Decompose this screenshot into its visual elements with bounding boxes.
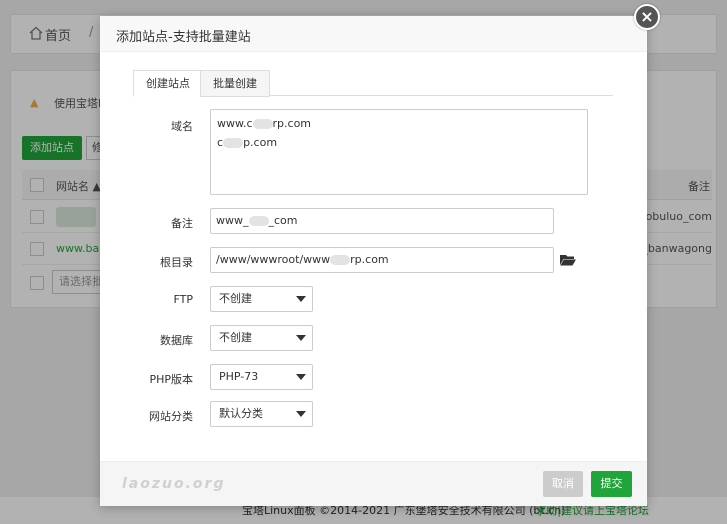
cancel-button[interactable]: 取消 [543, 471, 583, 497]
root-dir-input[interactable]: /www/wwwroot/www rp.com [210, 247, 554, 273]
domain-text: p.com [243, 136, 278, 149]
chevron-down-icon [296, 335, 306, 341]
chevron-down-icon [296, 411, 306, 417]
domain-line: www.c rp.com [217, 114, 581, 133]
php-version-value: PHP-73 [219, 370, 259, 383]
dialog-footer: laozuo.org 取消 提交 [100, 461, 647, 506]
folder-open-icon[interactable] [560, 254, 576, 266]
tab-create-site[interactable]: 创建站点 [133, 70, 203, 97]
database-label: 数据库 [160, 334, 193, 347]
dialog-header: 添加站点-支持批量建站 [100, 16, 647, 52]
root-dir-text: /www/wwwroot/www [216, 253, 331, 266]
domain-textarea[interactable]: www.c rp.com c p.com [210, 109, 588, 195]
note-text: www_ [216, 214, 249, 227]
watermark: laozuo.org [122, 476, 226, 492]
add-site-dialog: 添加站点-支持批量建站 创建站点 批量创建 域名 www.c rp.com c p.… [100, 16, 647, 506]
category-value: 默认分类 [219, 407, 263, 420]
category-label: 网站分类 [149, 410, 193, 423]
ftp-select[interactable]: 不创建 [210, 286, 313, 312]
note-label: 备注 [171, 217, 193, 230]
database-select[interactable]: 不创建 [210, 325, 313, 351]
database-value: 不创建 [219, 331, 252, 344]
tab-batch-create[interactable]: 批量创建 [200, 70, 270, 97]
tab-bar: 创建站点 批量创建 [133, 70, 613, 97]
root-dir-text: rp.com [350, 253, 389, 266]
ftp-label: FTP [173, 293, 194, 306]
domain-text: www.c [217, 117, 253, 130]
domain-label: 域名 [171, 120, 193, 133]
php-version-label: PHP版本 [149, 373, 193, 386]
php-version-select[interactable]: PHP-73 [210, 364, 313, 390]
redaction-blur [248, 216, 269, 226]
chevron-down-icon [296, 374, 306, 380]
domain-line: c p.com [217, 133, 581, 152]
domain-text: rp.com [272, 117, 312, 130]
redaction-blur [252, 119, 273, 129]
redaction-blur [330, 255, 351, 265]
submit-button[interactable]: 提交 [591, 471, 632, 497]
redaction-blur [223, 138, 244, 148]
category-select[interactable]: 默认分类 [210, 401, 313, 427]
note-text: _com [268, 214, 298, 227]
ftp-value: 不创建 [219, 292, 252, 305]
note-input[interactable]: www_ _com [210, 208, 554, 234]
chevron-down-icon [296, 296, 306, 302]
close-icon[interactable]: × [634, 4, 660, 30]
dialog-title: 添加站点-支持批量建站 [116, 30, 251, 45]
root-dir-label: 根目录 [160, 256, 193, 269]
